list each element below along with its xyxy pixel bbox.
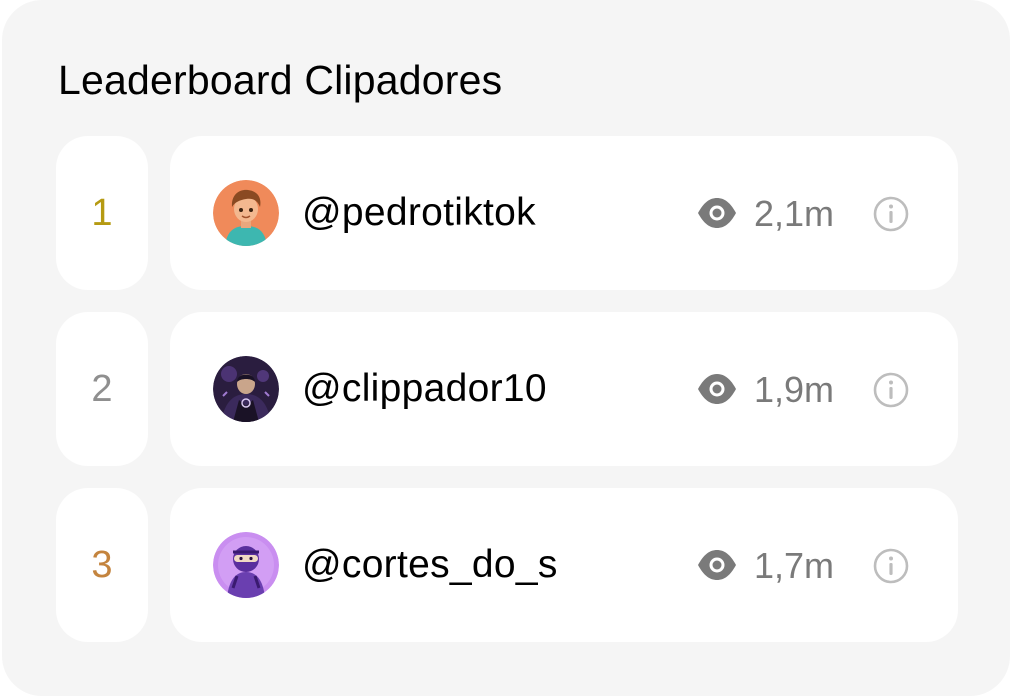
info-icon[interactable] bbox=[872, 547, 910, 585]
avatar[interactable] bbox=[213, 356, 279, 422]
leaderboard-card: Leaderboard Clipadores 1 @pedrotiktok 2,… bbox=[2, 0, 1010, 696]
leaderboard-title: Leaderboard Clipadores bbox=[58, 57, 503, 103]
purple-ninja-avatar bbox=[213, 532, 279, 598]
rank-number: 2 bbox=[91, 368, 113, 410]
rank-box: 1 bbox=[56, 136, 148, 290]
view-count: 1,9m bbox=[754, 369, 835, 410]
info-icon[interactable] bbox=[872, 195, 910, 233]
leaderboard-row: 1 @pedrotiktok 2,1m bbox=[56, 136, 958, 290]
username[interactable]: @clippador10 bbox=[302, 365, 547, 413]
cartoon-boy-avatar bbox=[213, 180, 279, 246]
dark-gamer-avatar bbox=[213, 356, 279, 422]
entry-box[interactable]: @cortes_do_s 1,7m bbox=[170, 488, 958, 642]
view-count: 2,1m bbox=[754, 193, 835, 234]
leaderboard-row: 2 @clippador10 1,9m bbox=[56, 312, 958, 466]
view-count: 1,7m bbox=[754, 545, 835, 586]
rank-box: 3 bbox=[56, 488, 148, 642]
username[interactable]: @cortes_do_s bbox=[302, 541, 558, 589]
rank-box: 2 bbox=[56, 312, 148, 466]
avatar[interactable] bbox=[213, 180, 279, 246]
eye-icon bbox=[698, 374, 736, 404]
username[interactable]: @pedrotiktok bbox=[302, 189, 536, 237]
entry-box[interactable]: @clippador10 1,9m bbox=[170, 312, 958, 466]
eye-icon bbox=[698, 198, 736, 228]
info-icon[interactable] bbox=[872, 371, 910, 409]
rank-number: 1 bbox=[91, 192, 113, 234]
avatar[interactable] bbox=[213, 532, 279, 598]
entry-box[interactable]: @pedrotiktok 2,1m bbox=[170, 136, 958, 290]
rank-number: 3 bbox=[91, 544, 113, 586]
leaderboard-row: 3 @cortes_do_s 1,7m bbox=[56, 488, 958, 642]
eye-icon bbox=[698, 550, 736, 580]
